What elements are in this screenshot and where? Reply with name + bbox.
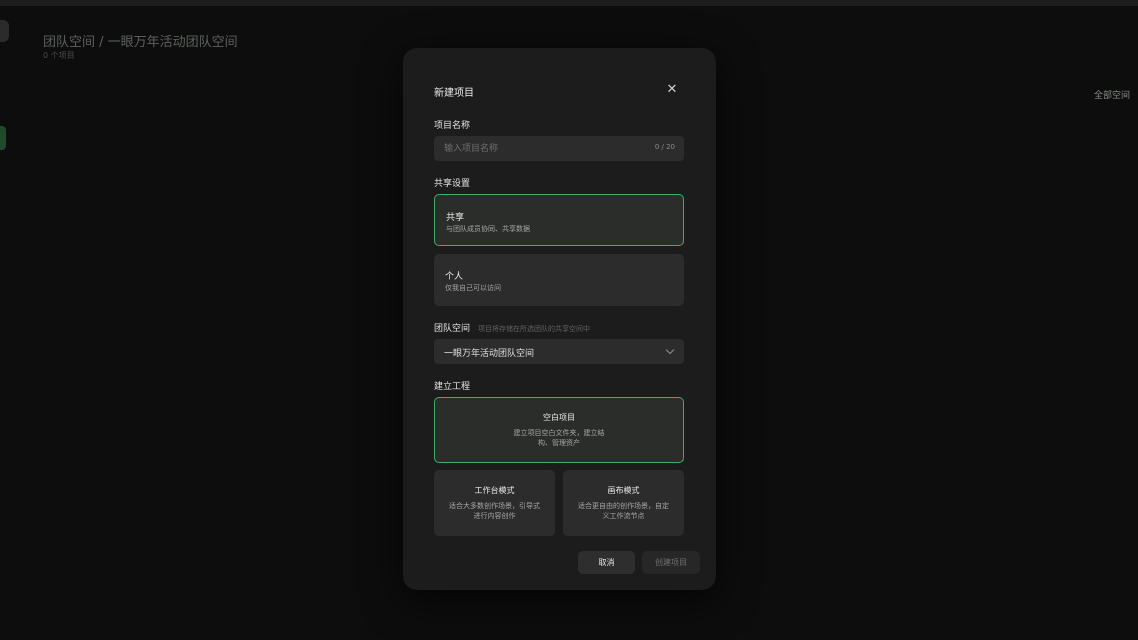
new-project-dialog: 新建项目 ✕ 项目名称 0 / 20 共享设置 共享 与团队成员协同、共享数据 … xyxy=(403,48,716,590)
share-option-shared[interactable]: 共享 与团队成员协同、共享数据 xyxy=(434,194,684,246)
all-spaces-link[interactable]: 全部空间 xyxy=(1094,88,1130,101)
dialog-title: 新建项目 xyxy=(434,88,474,99)
team-space-label-text: 团队空间 xyxy=(434,324,471,334)
share-option-personal[interactable]: 个人 仅我自己可以访问 xyxy=(434,254,684,306)
project-name-label: 项目名称 xyxy=(434,121,471,131)
share-option-desc: 仅我自己可以访问 xyxy=(445,284,501,292)
team-space-select[interactable]: 一眼万年活动团队空间 xyxy=(434,339,684,364)
team-space-hint: 项目将存储在所选团队的共享空间中 xyxy=(478,325,591,333)
cancel-button[interactable]: 取消 xyxy=(578,551,635,574)
build-project-label: 建立工程 xyxy=(434,382,471,392)
project-name-input[interactable] xyxy=(444,136,639,161)
build-option-desc: 建立项目空白文件夹，建立结构、管理资产 xyxy=(513,429,605,447)
team-space-label: 团队空间 项目将存储在所选团队的共享空间中 xyxy=(434,321,590,334)
build-option-workbench[interactable]: 工作台模式 适合大多数创作场景，引导式进行内容创作 xyxy=(434,470,555,536)
project-count: 0 个项目 xyxy=(43,51,75,60)
share-option-name: 共享 xyxy=(446,213,465,223)
build-option-name: 空白项目 xyxy=(543,413,575,422)
build-option-desc: 适合更自由的创作场景，自定义工作流节点 xyxy=(578,502,669,520)
top-bar xyxy=(0,0,1138,6)
share-settings-label: 共享设置 xyxy=(434,179,471,189)
build-option-canvas[interactable]: 画布模式 适合更自由的创作场景，自定义工作流节点 xyxy=(563,470,684,536)
close-icon[interactable]: ✕ xyxy=(665,83,679,97)
sidebar-collapsed-item[interactable] xyxy=(0,20,9,42)
project-name-field[interactable]: 0 / 20 xyxy=(434,136,684,161)
build-option-name: 画布模式 xyxy=(607,486,640,495)
sidebar-active-item[interactable] xyxy=(0,126,6,150)
build-option-name: 工作台模式 xyxy=(474,486,515,495)
share-option-desc: 与团队成员协同、共享数据 xyxy=(446,225,530,233)
breadcrumb: 团队空间 / 一眼万年活动团队空间 xyxy=(43,35,238,50)
create-project-button[interactable]: 创建项目 xyxy=(642,551,700,574)
name-char-counter: 0 / 20 xyxy=(654,143,675,151)
share-option-name: 个人 xyxy=(445,272,464,282)
build-option-desc: 适合大多数创作场景，引导式进行内容创作 xyxy=(449,502,540,520)
chevron-down-icon xyxy=(665,345,675,355)
team-space-value: 一眼万年活动团队空间 xyxy=(444,349,535,359)
build-option-blank[interactable]: 空白项目 建立项目空白文件夹，建立结构、管理资产 xyxy=(434,397,684,463)
